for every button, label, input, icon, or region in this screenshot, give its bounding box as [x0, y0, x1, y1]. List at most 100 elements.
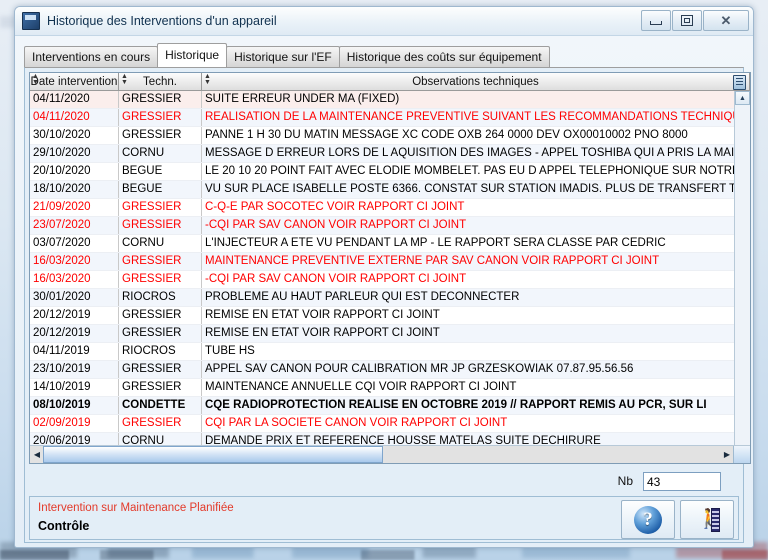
- tab-historique-sur-ef[interactable]: Historique sur l'EF: [226, 46, 340, 67]
- cell-date: 08/10/2019: [30, 396, 119, 415]
- count-label: Nb: [617, 474, 633, 488]
- interventions-grid: ▲ ▼ Date intervention ▲ ▼ Techn. ▲ ▼ Observ…: [29, 72, 751, 464]
- cell-observations: MAINTENANCE PREVENTIVE EXTERNE PAR SAV C…: [201, 252, 750, 271]
- cell-techn: GRESSIER: [118, 108, 202, 127]
- table-row[interactable]: 21/09/2020 GRESSIER C-Q-E PAR SOCOTEC VOIR…: [30, 198, 750, 217]
- cell-date: 30/10/2020: [30, 126, 119, 145]
- cell-techn: GRESSIER: [118, 324, 202, 343]
- table-row[interactable]: 20/12/2019 GRESSIER REMISE EN ETAT VOIR RA…: [30, 306, 750, 325]
- table-row[interactable]: 04/11/2019 RIOCROS TUBE HS: [30, 342, 750, 361]
- cell-techn: GRESSIER: [118, 126, 202, 145]
- cell-date: 16/03/2020: [30, 270, 119, 289]
- cell-techn: GRESSIER: [118, 90, 202, 109]
- scroll-up-button[interactable]: ▲: [735, 91, 750, 105]
- table-row[interactable]: 16/03/2020 GRESSIER MAINTENANCE PREVENTIVE…: [30, 252, 750, 271]
- cell-observations: L'INJECTEUR A ETE VU PENDANT LA MP - LE …: [201, 234, 750, 253]
- cell-techn: GRESSIER: [118, 360, 202, 379]
- cell-observations: CQI PAR LA SOCIETE CANON VOIR RAPPORT CI…: [201, 414, 750, 433]
- table-row[interactable]: 20/12/2019 GRESSIER REMISE EN ETAT VOIR RA…: [30, 324, 750, 343]
- cell-techn: RIOCROS: [118, 342, 202, 361]
- cell-techn: GRESSIER: [118, 270, 202, 289]
- grid-horizontal-scrollbar[interactable]: ◀ ▶: [30, 445, 750, 463]
- cell-observations: -CQI PAR SAV CANON VOIR RAPPORT CI JOINT: [201, 270, 750, 289]
- sort-arrows-icon[interactable]: ▲ ▼: [121, 73, 128, 86]
- minimize-button[interactable]: [641, 10, 671, 31]
- table-row[interactable]: 18/10/2020 BEGUE VU SUR PLACE ISABELLE POS…: [30, 180, 750, 199]
- maximize-icon: [681, 15, 693, 26]
- tab-strip: Interventions en cours Historique Histor…: [15, 36, 753, 67]
- maximize-button[interactable]: [672, 10, 702, 31]
- cell-techn: GRESSIER: [118, 198, 202, 217]
- tab-interventions-en-cours[interactable]: Interventions en cours: [24, 46, 159, 67]
- cell-techn: GRESSIER: [118, 378, 202, 397]
- table-header: ▲ ▼ Date intervention ▲ ▼ Techn. ▲ ▼ Observ…: [30, 73, 750, 91]
- cell-techn: CORNU: [118, 234, 202, 253]
- column-header-observations[interactable]: ▲ ▼ Observations techniques: [201, 73, 750, 91]
- cell-observations: PROBLEME AU HAUT PARLEUR QUI EST DECONNE…: [201, 288, 750, 307]
- tab-historique-couts[interactable]: Historique des coûts sur équipement: [338, 46, 550, 67]
- running-man-icon: 🚶: [697, 508, 721, 530]
- exit-button[interactable]: 🚶: [680, 500, 734, 539]
- table-row[interactable]: 30/01/2020 RIOCROS PROBLEME AU HAUT PARLEU…: [30, 288, 750, 307]
- scroll-left-button[interactable]: ◀: [30, 446, 44, 463]
- scroll-right-button[interactable]: ▶: [720, 446, 734, 463]
- table-row[interactable]: 08/10/2019 CONDETTE CQE RADIOPROTECTION RE…: [30, 396, 750, 415]
- header-row: ▲ ▼ Date intervention ▲ ▼ Techn. ▲ ▼ Observ…: [30, 73, 750, 91]
- table-row[interactable]: 04/11/2020 GRESSIER REALISATION DE LA MAIN…: [30, 108, 750, 127]
- cell-observations: C-Q-E PAR SOCOTEC VOIR RAPPORT CI JOINT: [201, 198, 750, 217]
- cell-observations: CQE RADIOPROTECTION REALISE EN OCTOBRE 2…: [201, 396, 750, 415]
- cell-techn: BEGUE: [118, 180, 202, 199]
- tab-historique[interactable]: Historique: [157, 43, 228, 67]
- cell-date: 18/10/2020: [30, 180, 119, 199]
- cell-observations: -CQI PAR SAV CANON VOIR RAPPORT CI JOINT: [201, 216, 750, 235]
- table-row[interactable]: 23/07/2020 GRESSIER -CQI PAR SAV CANON VOI…: [30, 216, 750, 235]
- table-row[interactable]: 03/07/2020 CORNU L'INJECTEUR A ETE VU PEND…: [30, 234, 750, 253]
- table-row[interactable]: 14/10/2019 GRESSIER MAINTENANCE ANNUELLE C…: [30, 378, 750, 397]
- grid-options-icon[interactable]: [733, 75, 746, 90]
- cell-date: 23/10/2019: [30, 360, 119, 379]
- title-bar: Historique des Interventions d'un appare…: [15, 7, 753, 36]
- count-input[interactable]: 43: [643, 471, 721, 491]
- cell-date: 04/11/2019: [30, 342, 119, 361]
- help-button[interactable]: ?: [621, 500, 675, 539]
- cell-observations: PANNE 1 H 30 DU MATIN MESSAGE XC CODE OX…: [201, 126, 750, 145]
- cell-techn: CORNU: [118, 144, 202, 163]
- table-row[interactable]: 30/10/2020 GRESSIER PANNE 1 H 30 DU MATIN …: [30, 126, 750, 145]
- cell-observations: APPEL SAV CANON POUR CALIBRATION MR JP G…: [201, 360, 750, 379]
- cell-date: 20/12/2019: [30, 306, 119, 325]
- cell-date: 02/09/2019: [30, 414, 119, 433]
- cell-date: 03/07/2020: [30, 234, 119, 253]
- interventions-table: ▲ ▼ Date intervention ▲ ▼ Techn. ▲ ▼ Observ…: [30, 73, 750, 451]
- window-controls: ✕: [641, 10, 749, 31]
- cell-observations: MAINTENANCE ANNUELLE CQI VOIR RAPPORT CI…: [201, 378, 750, 397]
- horizontal-scroll-thumb[interactable]: [43, 446, 383, 463]
- close-button[interactable]: ✕: [703, 10, 749, 31]
- cell-date: 04/11/2020: [30, 90, 119, 109]
- cell-observations: REALISATION DE LA MAINTENANCE PREVENTIVE…: [201, 108, 750, 127]
- cell-observations: REMISE EN ETAT VOIR RAPPORT CI JOINT: [201, 306, 750, 325]
- column-header-date[interactable]: ▲ ▼ Date intervention: [30, 73, 119, 91]
- cell-date: 30/01/2020: [30, 288, 119, 307]
- cell-date: 21/09/2020: [30, 198, 119, 217]
- exit-icon: 🚶: [694, 507, 721, 532]
- table-row[interactable]: 16/03/2020 GRESSIER -CQI PAR SAV CANON VOI…: [30, 270, 750, 289]
- sort-arrows-icon[interactable]: ▲ ▼: [32, 73, 39, 86]
- close-icon: ✕: [720, 12, 732, 28]
- table-row[interactable]: 23/10/2019 GRESSIER APPEL SAV CANON POUR C…: [30, 360, 750, 379]
- grid-vertical-scrollbar[interactable]: ▲ ▼: [734, 91, 750, 463]
- cell-techn: RIOCROS: [118, 288, 202, 307]
- table-row[interactable]: 20/10/2020 BEGUE LE 20 10 20 POINT FAIT AV…: [30, 162, 750, 181]
- column-header-techn[interactable]: ▲ ▼ Techn.: [118, 73, 202, 91]
- cell-observations: LE 20 10 20 POINT FAIT AVEC ELODIE MOMBE…: [201, 162, 750, 181]
- cell-techn: CONDETTE: [118, 396, 202, 415]
- table-row[interactable]: 02/09/2019 GRESSIER CQI PAR LA SOCIETE CAN…: [30, 414, 750, 433]
- sort-arrows-icon[interactable]: ▲ ▼: [204, 73, 211, 86]
- table-row[interactable]: 29/10/2020 CORNU MESSAGE D ERREUR LORS DE …: [30, 144, 750, 163]
- app-icon: [22, 12, 40, 30]
- column-header-date-label: Date intervention: [30, 75, 118, 88]
- window-title: Historique des Interventions d'un appare…: [47, 14, 277, 28]
- background-window-taskbar: [0, 550, 768, 560]
- cell-date: 04/11/2020: [30, 108, 119, 127]
- cell-techn: BEGUE: [118, 162, 202, 181]
- table-row[interactable]: 04/11/2020 GRESSIER SUITE ERREUR UNDER MA …: [30, 90, 750, 109]
